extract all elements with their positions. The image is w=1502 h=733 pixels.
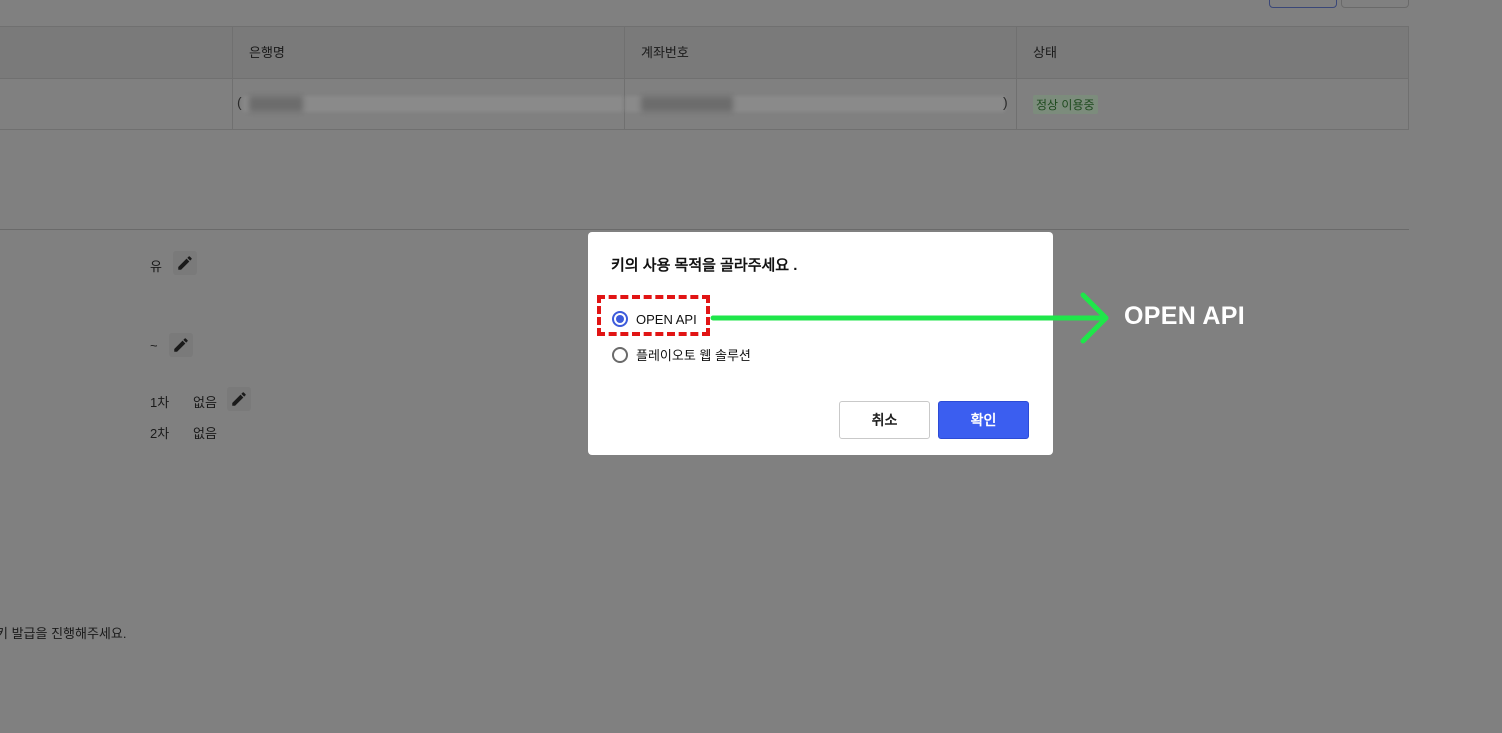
callout-label: OPEN API <box>1124 302 1245 330</box>
callout-arrow <box>710 292 1109 344</box>
